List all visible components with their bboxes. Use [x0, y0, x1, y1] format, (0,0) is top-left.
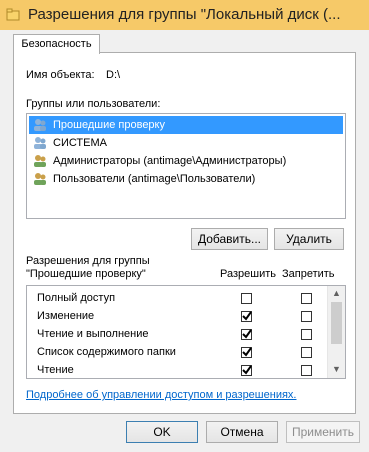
permission-name: Чтение [37, 364, 74, 376]
scroll-down-icon[interactable]: ▼ [332, 364, 341, 374]
table-row: Изменение [27, 308, 327, 326]
permission-name: Чтение и выполнение [37, 328, 149, 340]
permission-name: Полный доступ [37, 292, 116, 304]
checkmark-icon [242, 311, 252, 321]
list-item-label: Администраторы (antimage\Администраторы) [53, 155, 287, 167]
permissions-scrollbar[interactable]: ▲ ▼ [327, 286, 345, 378]
access-help-link[interactable]: Подробнее об управлении доступом и разре… [26, 389, 296, 401]
users-group-icon [32, 153, 48, 169]
permissions-heading-line1: Разрешения для группы [26, 255, 150, 267]
folder-lock-icon [6, 8, 20, 22]
apply-button[interactable]: Применить [286, 421, 360, 443]
list-item[interactable]: Администраторы (antimage\Администраторы) [29, 152, 290, 170]
deny-column-header: Запретить [282, 268, 335, 280]
scroll-up-icon[interactable]: ▲ [332, 288, 341, 298]
deny-checkbox[interactable] [301, 347, 312, 358]
tab-security[interactable]: Безопасность [13, 34, 100, 54]
window-title: Разрешения для группы "Локальный диск (.… [28, 6, 341, 23]
checkmark-icon [242, 365, 252, 375]
remove-button[interactable]: Удалить [274, 228, 344, 250]
dialog-client: Безопасность Имя объекта: D:\ Группы или… [0, 30, 369, 452]
title-bar[interactable]: Разрешения для группы "Локальный диск (.… [0, 0, 369, 30]
users-group-icon [32, 135, 48, 151]
security-panel: Имя объекта: D:\ Группы или пользователи… [13, 52, 356, 414]
cancel-button[interactable]: Отмена [206, 421, 278, 443]
list-item-label: СИСТЕМА [53, 137, 107, 149]
permission-name: Список содержимого папки [37, 346, 176, 358]
object-name-value: D:\ [106, 69, 121, 81]
add-button[interactable]: Добавить... [191, 228, 268, 250]
groups-label: Группы или пользователи: [26, 98, 161, 110]
users-group-icon [32, 171, 48, 187]
table-row: Чтение [27, 362, 327, 378]
list-item-label: Пользователи (antimage\Пользователи) [53, 173, 256, 185]
allow-column-header: Разрешить [220, 268, 276, 280]
allow-checkbox[interactable] [241, 365, 252, 376]
deny-checkbox[interactable] [301, 293, 312, 304]
deny-checkbox[interactable] [301, 329, 312, 340]
list-item-label: Прошедшие проверку [53, 119, 165, 131]
table-row: Полный доступ [27, 290, 327, 308]
permission-name: Изменение [37, 310, 95, 322]
permissions-table: Полный доступ Изменение Чтение и выполне… [26, 285, 346, 379]
ok-button[interactable]: OK [126, 421, 198, 443]
permissions-heading-line2: "Прошедшие проверку" [26, 268, 146, 280]
allow-checkbox[interactable] [241, 329, 252, 340]
groups-list[interactable]: Прошедшие проверку СИСТЕМА Администратор… [26, 113, 346, 219]
list-item[interactable]: СИСТЕМА [29, 134, 111, 152]
object-name-label: Имя объекта: [26, 69, 95, 81]
checkmark-icon [242, 347, 252, 357]
allow-checkbox[interactable] [241, 347, 252, 358]
deny-checkbox[interactable] [301, 365, 312, 376]
checkmark-icon [242, 329, 252, 339]
list-item[interactable]: Прошедшие проверку [29, 116, 343, 134]
allow-checkbox[interactable] [241, 293, 252, 304]
table-row: Список содержимого папки [27, 344, 327, 362]
users-group-icon [32, 117, 48, 133]
list-item[interactable]: Пользователи (antimage\Пользователи) [29, 170, 259, 188]
table-row: Чтение и выполнение [27, 326, 327, 344]
scroll-thumb[interactable] [331, 302, 342, 344]
allow-checkbox[interactable] [241, 311, 252, 322]
deny-checkbox[interactable] [301, 311, 312, 322]
